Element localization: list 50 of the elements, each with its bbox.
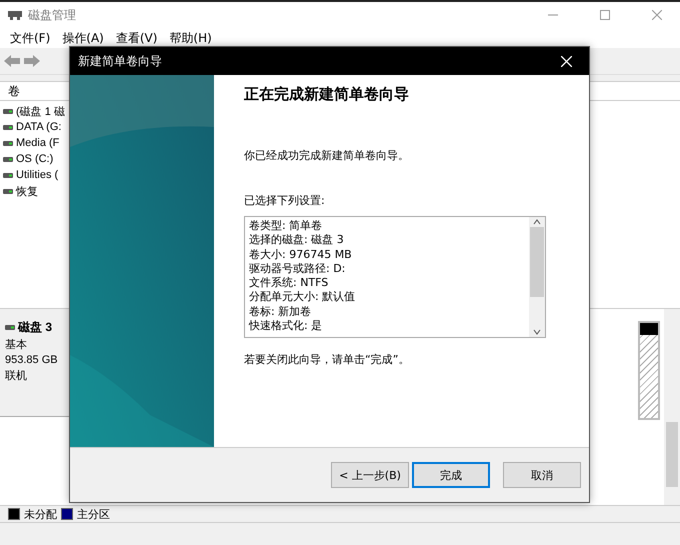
wizard-heading: 正在完成新建简单卷向导 <box>244 85 410 104</box>
partition-bar[interactable] <box>638 321 660 420</box>
legend-label: 未分配 <box>24 506 57 522</box>
volume-name[interactable]: Media (F <box>16 137 60 149</box>
setting-line: 卷大小: 976745 MB <box>249 248 353 262</box>
dialog-title: 新建简单卷向导 <box>78 52 163 70</box>
drive-icon <box>3 172 13 178</box>
setting-line: 卷标: 新加卷 <box>249 304 312 320</box>
disk-size: 953.85 GB <box>5 354 59 366</box>
completion-message: 你已经成功完成新建简单卷向导。 <box>244 148 410 163</box>
window-title: 磁盘管理 <box>28 6 77 24</box>
drive-icon <box>3 156 13 162</box>
scroll-down-icon[interactable] <box>532 327 542 337</box>
scroll-up-icon[interactable] <box>532 217 542 227</box>
scrollbar[interactable] <box>529 217 545 337</box>
setting-line: 文件系统: NTFS <box>249 276 330 290</box>
forward-arrow-icon[interactable] <box>24 54 40 68</box>
drive-icon <box>3 124 13 130</box>
disk-name: 磁盘 3 <box>18 318 52 336</box>
back-arrow-icon[interactable] <box>4 54 20 68</box>
volume-name[interactable]: (磁盘 1 磁 <box>16 104 65 118</box>
menu-item[interactable]: 操作(A) <box>62 30 104 46</box>
setting-line: 驱动器号或路径: D: <box>249 262 346 276</box>
app-icon <box>8 9 22 21</box>
setting-line: 快速格式化: 是 <box>249 319 324 334</box>
disk-status: 联机 <box>5 369 28 383</box>
column-header[interactable]: 卷 <box>8 82 20 100</box>
menu-item[interactable]: 文件(F) <box>10 30 50 46</box>
volume-name[interactable]: Utilities ( <box>16 169 58 181</box>
menu-item[interactable]: 帮助(H) <box>169 30 212 46</box>
dialog-button[interactable]: 取消 <box>503 462 581 488</box>
disk-type: 基本 <box>5 338 28 352</box>
menu-item[interactable]: 查看(V) <box>116 30 158 46</box>
setting-line: 卷类型: 简单卷 <box>249 219 324 234</box>
volume-name[interactable]: DATA (G: <box>16 121 62 133</box>
maximize-icon[interactable] <box>600 10 610 20</box>
instruction-text: 若要关闭此向导，请单击“完成”。 <box>244 352 410 367</box>
dialog-button[interactable]: 完成 <box>412 462 490 488</box>
drive-icon <box>3 188 13 194</box>
setting-line: 选择的磁盘: 磁盘 3 <box>249 233 345 248</box>
legend-label: 主分区 <box>77 506 110 522</box>
scrollbar[interactable] <box>664 309 680 505</box>
setting-line: 分配单元大小: 默认值 <box>249 290 356 305</box>
dialog-button[interactable]: < 上一步(B) <box>331 462 409 488</box>
drive-icon <box>3 108 13 114</box>
settings-label: 已选择下列设置: <box>244 193 326 208</box>
drive-icon <box>3 140 13 146</box>
volume-name[interactable]: OS (C:) <box>16 153 54 165</box>
drive-icon <box>5 324 15 330</box>
volume-name[interactable]: 恢复 <box>16 184 38 198</box>
